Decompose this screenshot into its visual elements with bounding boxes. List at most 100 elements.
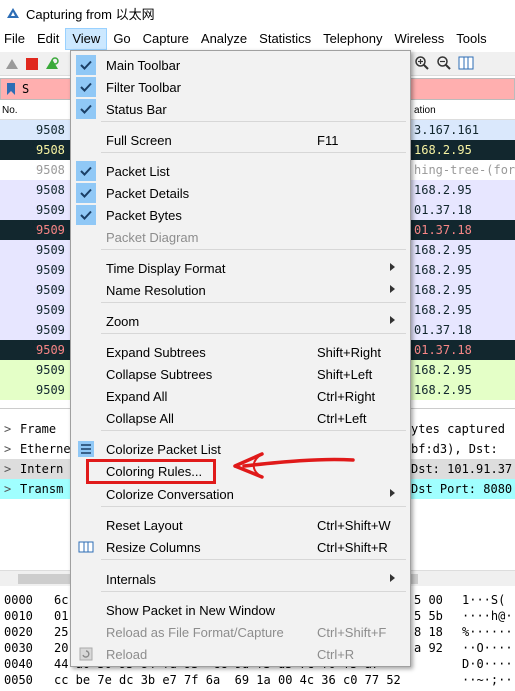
- byte-hex[interactable]: cc be 7e dc 3b e7 7f 6a 69 1a 00 4c 36 c…: [54, 673, 401, 687]
- packet-destination: 168.2.95: [414, 143, 472, 157]
- shark-fin-start-icon[interactable]: [4, 56, 20, 72]
- menu-telephony[interactable]: Telephony: [317, 28, 388, 50]
- view-menu-item-expand-all[interactable]: Expand All Ctrl+Right: [73, 386, 408, 407]
- byte-hex-tail[interactable]: 5 00: [414, 593, 443, 607]
- menu-item-shortcut: Ctrl+Right: [317, 389, 376, 404]
- byte-ascii[interactable]: 1···S(: [462, 593, 505, 607]
- packet-destination: hing-tree-(for: [414, 163, 515, 177]
- reload-icon: [78, 646, 94, 662]
- menu-capture[interactable]: Capture: [137, 28, 195, 50]
- view-menu-item-status-bar[interactable]: Status Bar: [73, 99, 408, 120]
- menu-separator: [101, 559, 406, 560]
- resize-columns-toolbar-icon[interactable]: [458, 55, 474, 71]
- menu-view[interactable]: View: [65, 28, 108, 50]
- view-menu-item-time-display-format[interactable]: Time Display Format: [73, 258, 408, 279]
- packet-destination: 01.37.18: [414, 343, 472, 357]
- menu-separator: [101, 302, 406, 303]
- menu-go[interactable]: Go: [107, 28, 136, 50]
- byte-offset: 0010: [4, 609, 33, 623]
- byte-hex-tail[interactable]: a 92: [414, 641, 443, 655]
- byte-hex[interactable]: 25: [54, 625, 68, 639]
- view-menu-item-collapse-subtrees[interactable]: Collapse Subtrees Shift+Left: [73, 364, 408, 385]
- byte-hex-tail[interactable]: 8 18: [414, 625, 443, 639]
- expand-arrow-icon[interactable]: >: [4, 462, 11, 476]
- menu-item-shortcut: Ctrl+Shift+F: [317, 625, 387, 640]
- menu-wireless[interactable]: Wireless: [388, 28, 450, 50]
- byte-hex[interactable]: 01: [54, 609, 68, 623]
- menu-item-label: Show Packet in New Window: [106, 603, 276, 618]
- view-menu-item-show-packet-in-new-window[interactable]: Show Packet in New Window: [73, 600, 408, 621]
- view-menu-item-packet-details[interactable]: Packet Details: [73, 183, 408, 204]
- expand-arrow-icon[interactable]: >: [4, 442, 11, 456]
- submenu-arrow-icon: [390, 285, 395, 293]
- checkmark-icon: [76, 77, 96, 97]
- menu-statistics[interactable]: Statistics: [253, 28, 317, 50]
- view-menu-item-main-toolbar[interactable]: Main Toolbar: [73, 55, 408, 76]
- byte-ascii[interactable]: ····h@·: [462, 609, 513, 623]
- menu-item-label: Status Bar: [106, 102, 167, 117]
- submenu-arrow-icon: [390, 489, 395, 497]
- menu-item-shortcut: Shift+Right: [317, 345, 381, 360]
- view-menu-item-colorize-packet-list[interactable]: Colorize Packet List: [73, 439, 408, 460]
- menu-separator: [101, 121, 406, 122]
- detail-label: Intern: [20, 462, 64, 476]
- view-menu-item-full-screen[interactable]: Full Screen F11: [73, 130, 408, 151]
- zoom-out-icon[interactable]: [436, 55, 452, 71]
- bookmark-icon[interactable]: [4, 82, 18, 96]
- menu-item-shortcut: F11: [317, 133, 339, 148]
- view-menu-item-resize-columns[interactable]: Resize Columns Ctrl+Shift+R: [73, 537, 408, 558]
- menu-edit[interactable]: Edit: [31, 28, 65, 50]
- packet-number: 9508: [36, 183, 65, 197]
- view-menu-item-colorize-conversation[interactable]: Colorize Conversation: [73, 484, 408, 505]
- menu-tools[interactable]: Tools: [450, 28, 492, 50]
- menu-file[interactable]: File: [0, 28, 31, 50]
- column-no-header[interactable]: No.: [2, 105, 18, 116]
- column-destination-header[interactable]: ation: [414, 105, 436, 116]
- byte-hex[interactable]: 20: [54, 641, 68, 655]
- view-menu-item-collapse-all[interactable]: Collapse All Ctrl+Left: [73, 408, 408, 429]
- packet-destination: 168.2.95: [414, 363, 472, 377]
- packet-number: 9509: [36, 203, 65, 217]
- byte-ascii[interactable]: ··O····: [462, 641, 513, 655]
- packet-number: 9509: [36, 343, 65, 357]
- zoom-in-icon[interactable]: [414, 55, 430, 71]
- view-menu-item-filter-toolbar[interactable]: Filter Toolbar: [73, 77, 408, 98]
- packet-destination: 01.37.18: [414, 223, 472, 237]
- detail-right-text: ytes captured: [411, 422, 505, 436]
- restart-capture-icon[interactable]: [44, 56, 60, 72]
- byte-offset: 0000: [4, 593, 33, 607]
- byte-offset: 0020: [4, 625, 33, 639]
- menu-bar: File Edit View Go Capture Analyze Statistics Te…: [0, 28, 515, 50]
- view-menu-item-reload-as-file-format-capture: Reload as File Format/Capture Ctrl+Shift+…: [73, 622, 408, 643]
- colorize-list-icon: [78, 441, 94, 457]
- annotation-highlight-box: [86, 459, 216, 484]
- view-menu-item-internals[interactable]: Internals: [73, 569, 408, 590]
- byte-ascii[interactable]: ··~·;··: [462, 673, 513, 687]
- byte-ascii[interactable]: %······: [462, 625, 513, 639]
- menu-item-label: Main Toolbar: [106, 58, 181, 73]
- bytes-row: 0050 cc be 7e dc 3b e7 7f 6a 69 1a 00 4c …: [0, 672, 515, 688]
- view-menu-item-packet-bytes[interactable]: Packet Bytes: [73, 205, 408, 226]
- view-menu-item-name-resolution[interactable]: Name Resolution: [73, 280, 408, 301]
- byte-offset: 0050: [4, 673, 33, 687]
- byte-ascii[interactable]: D·0····: [462, 657, 513, 671]
- view-menu-item-zoom[interactable]: Zoom: [73, 311, 408, 332]
- byte-hex-tail[interactable]: 5 5b: [414, 609, 443, 623]
- stop-capture-icon[interactable]: [24, 56, 40, 72]
- menu-item-label: Packet Details: [106, 186, 190, 201]
- menu-item-label: Expand Subtrees: [106, 345, 206, 360]
- byte-hex[interactable]: 6c: [54, 593, 68, 607]
- expand-arrow-icon[interactable]: >: [4, 422, 11, 436]
- menu-analyze[interactable]: Analyze: [195, 28, 253, 50]
- view-menu-item-packet-list[interactable]: Packet List: [73, 161, 408, 182]
- menu-item-label: Collapse All: [106, 411, 174, 426]
- menu-item-label: Colorize Packet List: [106, 442, 221, 457]
- checkmark-icon: [76, 99, 96, 119]
- detail-label: Etherne: [20, 442, 71, 456]
- view-menu-item-expand-subtrees[interactable]: Expand Subtrees Shift+Right: [73, 342, 408, 363]
- packet-destination: 168.2.95: [414, 263, 472, 277]
- title-bar: Capturing from 以太网: [0, 0, 515, 26]
- packet-destination: 01.37.18: [414, 203, 472, 217]
- expand-arrow-icon[interactable]: >: [4, 482, 11, 496]
- view-menu-item-reset-layout[interactable]: Reset Layout Ctrl+Shift+W: [73, 515, 408, 536]
